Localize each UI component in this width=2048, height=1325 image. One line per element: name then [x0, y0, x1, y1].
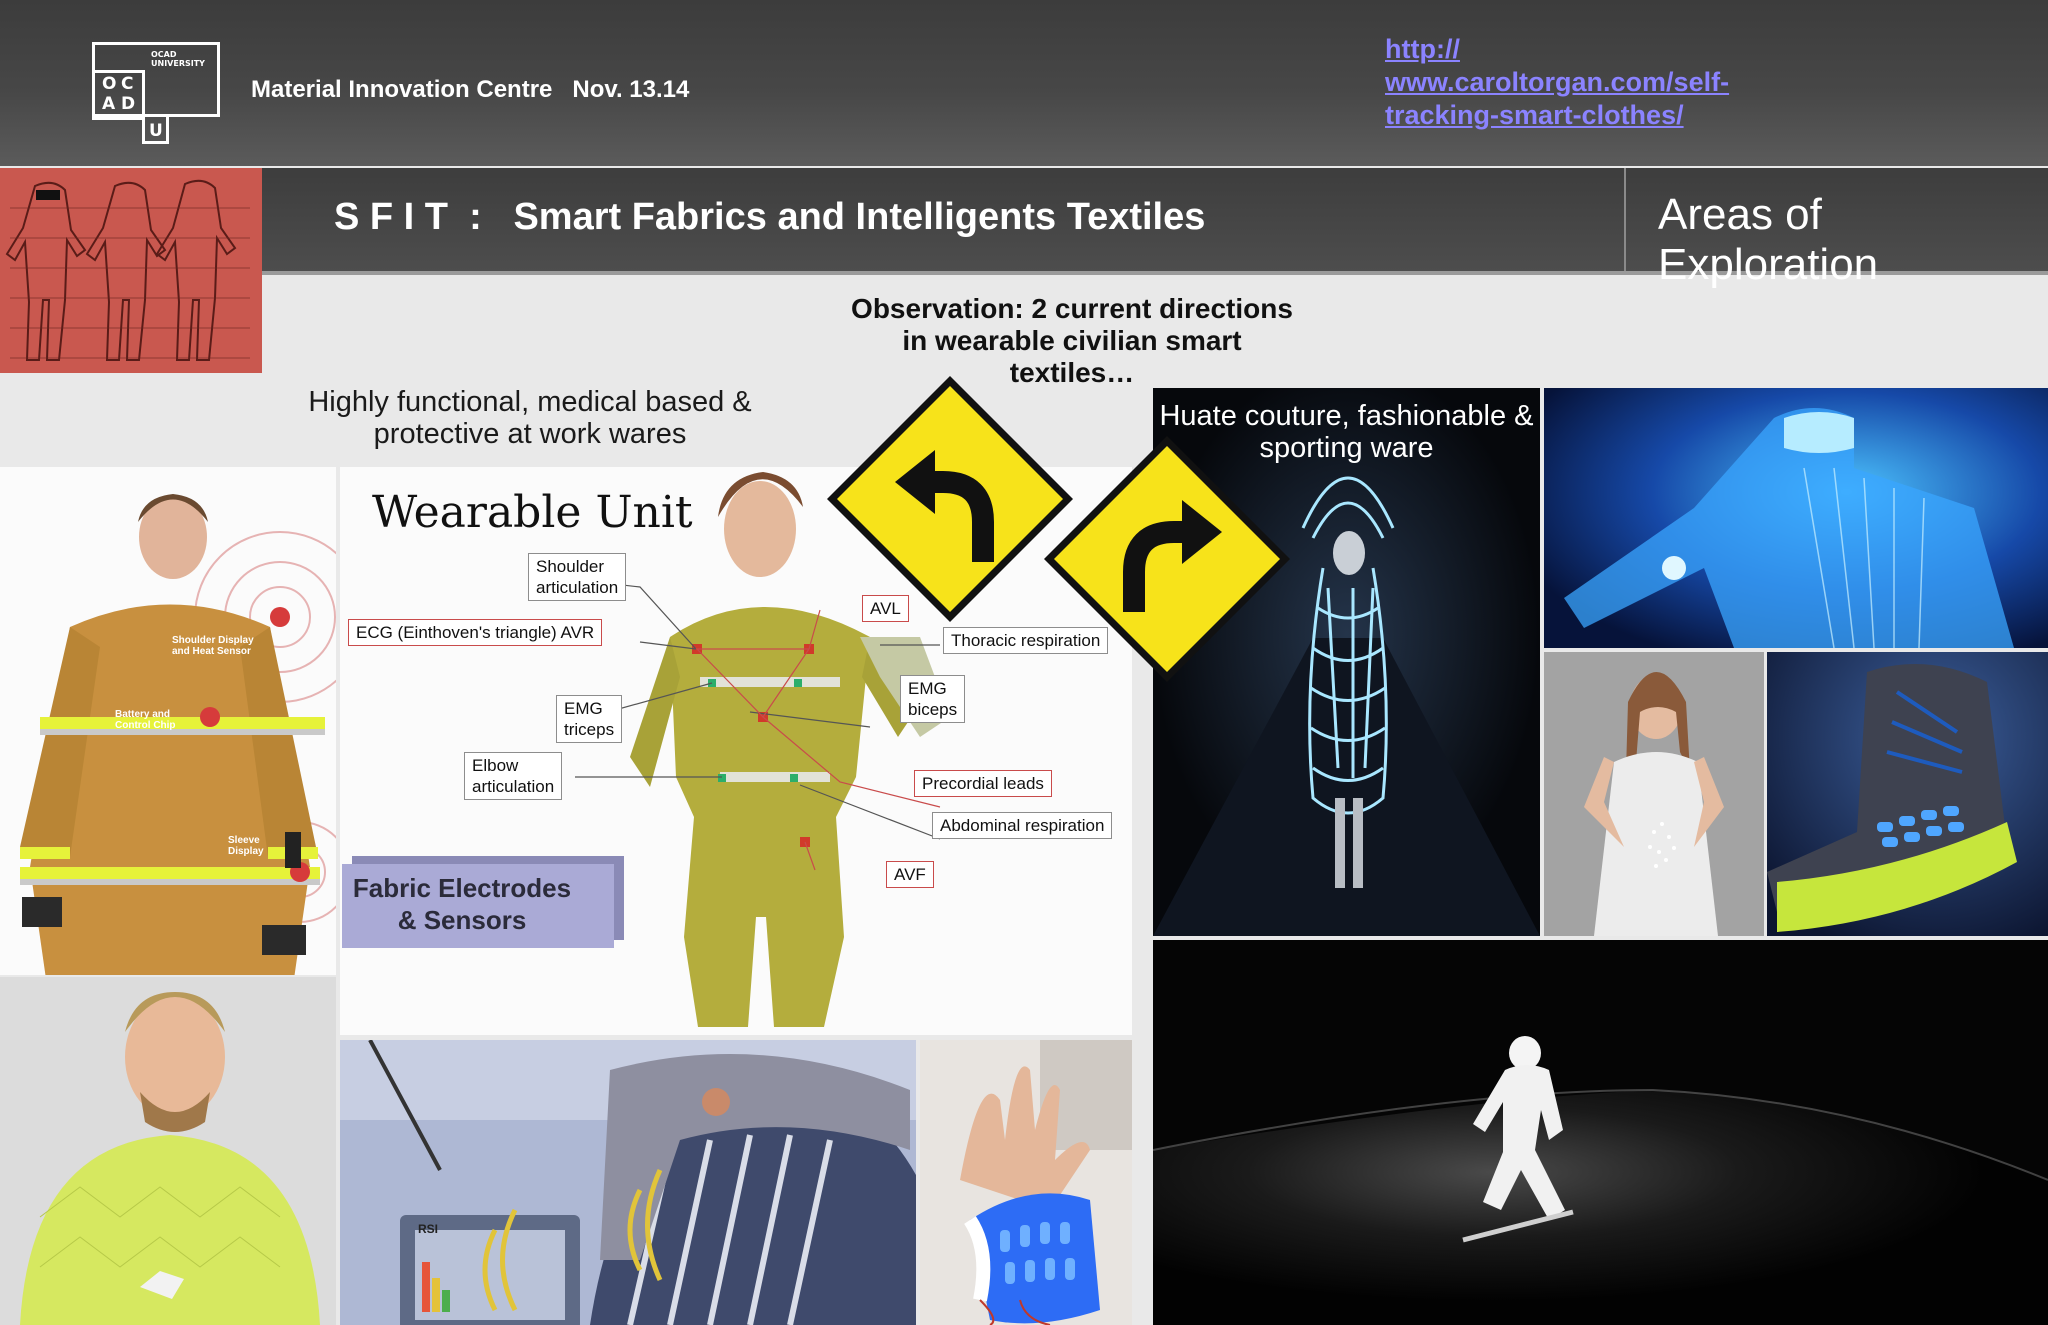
- logo-letter-o: O: [102, 74, 117, 94]
- slide-header: O C A D U OCAD UNIVERSITY Material Innov…: [0, 0, 2048, 166]
- label-emg-biceps: EMG biceps: [900, 675, 966, 723]
- logo-letter-a: A: [102, 94, 116, 114]
- label-avf: AVF: [886, 861, 934, 888]
- sensor-shirt-photo: [0, 977, 336, 1325]
- diagram-title: Wearable Unit: [372, 487, 693, 538]
- section-title: Areas of Exploration: [1658, 190, 1879, 289]
- label-precordial-leads: Precordial leads: [914, 770, 1052, 797]
- label-elbow-articulation: Elbow articulation: [464, 752, 563, 800]
- title-divider: [1624, 168, 1626, 271]
- rsi-screen-label: RSI: [418, 1222, 439, 1236]
- glowing-skier-photo: [1153, 940, 2048, 1325]
- label-abdominal-respiration: Abdominal respiration: [932, 812, 1113, 839]
- firefighter-jacket-photo: Shoulder Display and Heat Sensor Battery…: [0, 467, 336, 975]
- fabric-electrodes-badge: Fabric Electrodes & Sensors: [342, 864, 614, 948]
- led-wrist-brace-photo: [920, 1040, 1132, 1325]
- slide-title: S F I T : Smart Fabrics and Intelligents…: [334, 196, 1206, 238]
- label-ecg: ECG (Einthoven's triangle) AVR: [348, 619, 603, 646]
- label-shoulder-articulation: Shoulder articulation: [528, 553, 627, 601]
- source-link[interactable]: http:// www.caroltorgan.com/self-trackin…: [1385, 33, 1805, 132]
- fabric-electrodes-text: Fabric Electrodes & Sensors: [352, 873, 572, 935]
- logo-letter-u: U: [149, 121, 163, 141]
- mesh-suits-photo: [0, 168, 262, 373]
- ocadu-logo: O C A D U OCAD UNIVERSITY: [92, 42, 222, 148]
- right-turn-sign-icon: [1044, 436, 1290, 682]
- led-dress-woman-photo: [1544, 652, 1764, 936]
- label-emg-triceps: EMG triceps: [556, 695, 623, 743]
- logo-letter-d: D: [121, 94, 136, 114]
- firefighter-shoulder-label: Shoulder Display and Heat Sensor: [172, 635, 254, 657]
- logo-letter-c: C: [121, 74, 134, 94]
- functional-wear-caption: Highly functional, medical based & prote…: [308, 386, 752, 450]
- posture-wearable-photo: RSI: [340, 1040, 916, 1325]
- firefighter-battery-label: Battery and Control Chip: [115, 709, 176, 731]
- fiber-optic-garment-photo: [1544, 388, 2048, 648]
- left-turn-sign-icon: [827, 376, 1073, 622]
- venue-date-text: Material Innovation Centre Nov. 13.14: [251, 76, 690, 103]
- led-boot-photo: [1767, 652, 2048, 936]
- logo-university-text: OCAD UNIVERSITY: [151, 50, 205, 68]
- firefighter-sleeve-label: Sleeve Display: [228, 835, 264, 857]
